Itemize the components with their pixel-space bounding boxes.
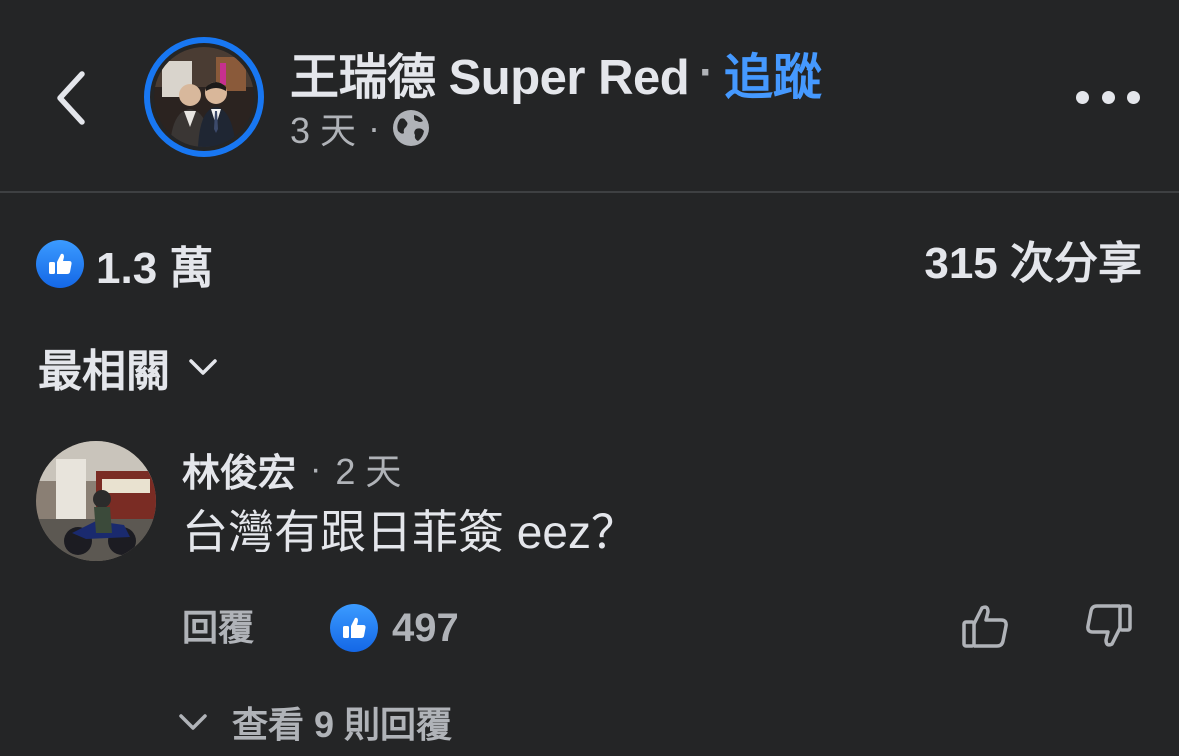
reaction-count-button[interactable]: 1.3 萬 xyxy=(36,234,213,294)
like-thumb-icon xyxy=(330,604,378,652)
comment-header: 林俊宏 · 2 天 xyxy=(182,442,401,496)
post-header: 王瑞德 Super Red · 追蹤 3 天 · xyxy=(0,0,1179,192)
comment-reaction-count[interactable]: 497 xyxy=(330,603,459,653)
share-count[interactable]: 315 次分享 xyxy=(924,234,1142,294)
comment-like-count: 497 xyxy=(392,605,459,650)
chevron-down-icon xyxy=(179,714,207,730)
globe-icon xyxy=(393,110,430,146)
post-time[interactable]: 3 天 xyxy=(290,102,356,154)
meta-separator: · xyxy=(368,107,381,148)
view-replies-button[interactable]: 查看 9 則回覆 xyxy=(178,696,452,748)
reply-button[interactable]: 回覆 xyxy=(182,604,254,652)
back-button[interactable] xyxy=(48,66,96,130)
more-options-icon xyxy=(1076,90,1089,104)
more-options-icon-dot xyxy=(1127,90,1140,104)
reaction-stats: 1.3 萬 315 次分享 xyxy=(36,234,1142,294)
back-chevron-icon xyxy=(57,71,85,125)
page-name[interactable]: 王瑞德 Super Red xyxy=(290,38,690,109)
thumbs-up-outline-icon xyxy=(962,605,1008,648)
post-comments-view: 王瑞德 Super Red · 追蹤 3 天 · 1.3 萬 315 次分享 最… xyxy=(0,0,1179,756)
page-avatar-photo xyxy=(154,47,254,147)
more-options-button[interactable] xyxy=(1076,82,1140,112)
more-options-icon-dot xyxy=(1101,90,1115,104)
comment-time[interactable]: 2 天 xyxy=(335,443,401,495)
view-replies-label: 查看 9 則回覆 xyxy=(232,704,453,745)
page-title-row: 王瑞德 Super Red · 追蹤 xyxy=(290,42,822,105)
sort-label: 最相關 xyxy=(38,347,170,396)
follow-button[interactable]: 追蹤 xyxy=(724,38,822,109)
page-avatar[interactable] xyxy=(144,37,264,157)
thumbs-down-outline-icon xyxy=(1086,604,1132,647)
comment-sort-dropdown[interactable]: 最相關 xyxy=(38,336,218,398)
header-divider xyxy=(0,191,1179,193)
comment-author[interactable]: 林俊宏 xyxy=(182,442,296,497)
comment-separator: · xyxy=(310,449,322,488)
title-separator: · xyxy=(699,48,714,97)
commenter-avatar[interactable] xyxy=(36,441,156,561)
like-thumb-icon xyxy=(36,240,84,288)
chevron-down-icon xyxy=(189,359,217,375)
reaction-count: 1.3 萬 xyxy=(96,244,214,293)
comment-text: 台灣有跟日菲簽 eez？ xyxy=(182,506,637,558)
upvote-button[interactable] xyxy=(960,600,1012,652)
post-meta: 3 天 · xyxy=(290,106,430,151)
downvote-button[interactable] xyxy=(1082,600,1134,652)
